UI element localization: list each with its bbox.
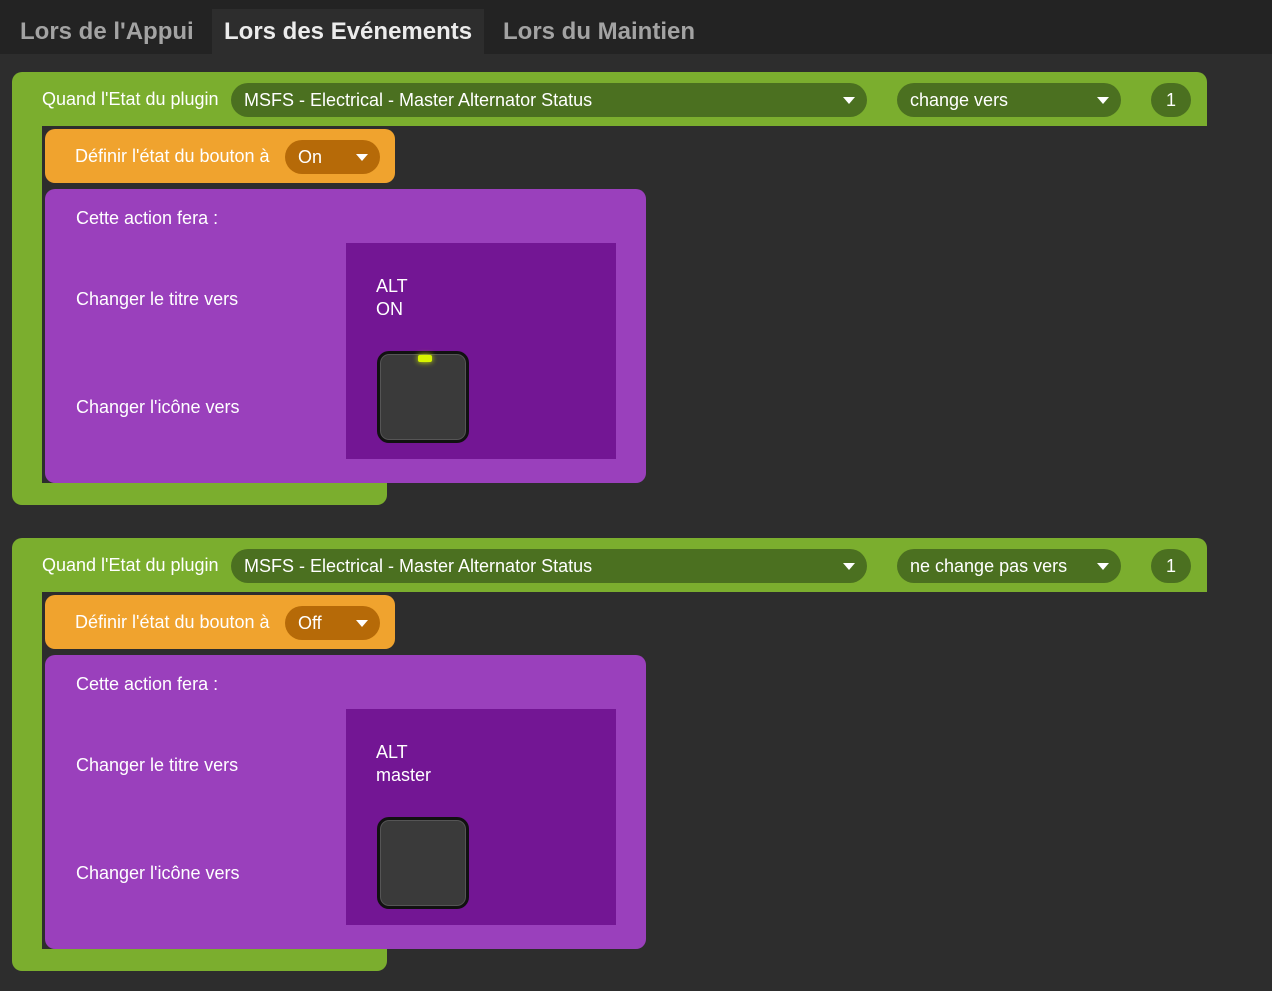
- event-header: Quand l'Etat du plugin MSFS - Electrical…: [12, 538, 1207, 592]
- set-state-label: Définir l'état du bouton à: [75, 146, 270, 166]
- chevron-down-icon: [356, 154, 368, 161]
- button-state-value: Off: [298, 613, 322, 633]
- chevron-down-icon: [1097, 563, 1109, 570]
- set-state-label: Définir l'état du bouton à: [75, 612, 270, 632]
- action-header: Cette action fera :: [76, 208, 219, 228]
- value-field[interactable]: 1: [1151, 549, 1191, 583]
- led-indicator-icon: [418, 355, 432, 362]
- set-state-block: Définir l'état du bouton à On: [45, 129, 395, 183]
- value-field[interactable]: 1: [1151, 83, 1191, 117]
- event-when-label: Quand l'Etat du plugin: [42, 89, 219, 109]
- title-preview: ALT master: [376, 742, 432, 785]
- action-header: Cette action fera :: [76, 674, 219, 694]
- button-state-dropdown[interactable]: Off: [285, 606, 380, 640]
- button-preview[interactable]: ALT ON: [346, 243, 616, 459]
- plugin-state-dropdown[interactable]: MSFS - Electrical - Master Alternator St…: [231, 83, 867, 117]
- action-block: Cette action fera : Changer le titre ver…: [45, 189, 646, 483]
- condition-dropdown[interactable]: change vers: [897, 83, 1121, 117]
- chevron-down-icon: [843, 97, 855, 104]
- condition-value: ne change pas vers: [910, 556, 1068, 576]
- key-led-on-icon[interactable]: [377, 351, 469, 443]
- plugin-state-value: MSFS - Electrical - Master Alternator St…: [244, 556, 593, 576]
- title-preview: ALT ON: [376, 276, 408, 319]
- button-state-dropdown[interactable]: On: [285, 140, 380, 174]
- event-block: Quand l'Etat du plugin MSFS - Electrical…: [12, 538, 1208, 972]
- action-block: Cette action fera : Changer le titre ver…: [45, 655, 646, 949]
- button-state-value: On: [298, 147, 323, 167]
- plugin-state-value: MSFS - Electrical - Master Alternator St…: [244, 90, 593, 110]
- button-preview[interactable]: ALT master: [346, 709, 616, 925]
- event-when-label: Quand l'Etat du plugin: [42, 555, 219, 575]
- tab-on-hold[interactable]: Lors du Maintien: [491, 9, 707, 54]
- set-state-block: Définir l'état du bouton à Off: [45, 595, 395, 649]
- chevron-down-icon: [843, 563, 855, 570]
- chevron-down-icon: [356, 620, 368, 627]
- event-spine: [12, 592, 42, 950]
- change-icon-label: Changer l'icône vers: [76, 397, 240, 417]
- chevron-down-icon: [1097, 97, 1109, 104]
- event-spine: [12, 126, 42, 484]
- plugin-state-dropdown[interactable]: MSFS - Electrical - Master Alternator St…: [231, 549, 867, 583]
- change-title-label: Changer le titre vers: [76, 289, 239, 309]
- condition-dropdown[interactable]: ne change pas vers: [897, 549, 1121, 583]
- event-header: Quand l'Etat du plugin MSFS - Electrical…: [12, 72, 1207, 126]
- tab-bar: Lors de l'Appui Lors des Evénements Lors…: [0, 0, 1272, 54]
- change-title-label: Changer le titre vers: [76, 755, 239, 775]
- tab-on-events[interactable]: Lors des Evénements: [212, 9, 485, 54]
- event-footer: [12, 483, 387, 505]
- event-block: Quand l'Etat du plugin MSFS - Electrical…: [12, 72, 1208, 506]
- condition-value: change vers: [910, 90, 1009, 110]
- tab-on-press[interactable]: Lors de l'Appui: [8, 9, 206, 54]
- change-icon-label: Changer l'icône vers: [76, 863, 240, 883]
- key-plain-icon[interactable]: [377, 817, 469, 909]
- event-footer: [12, 949, 387, 971]
